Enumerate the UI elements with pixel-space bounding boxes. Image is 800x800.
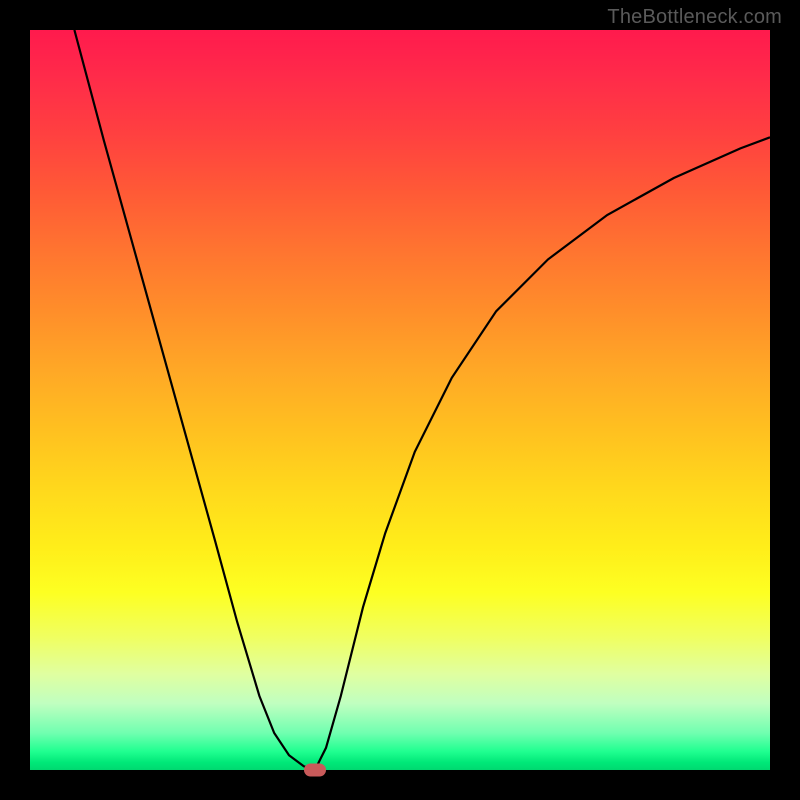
optimal-point-marker xyxy=(304,764,326,777)
plot-area xyxy=(30,30,770,770)
watermark-text: TheBottleneck.com xyxy=(607,6,782,29)
bottleneck-curve xyxy=(30,30,770,770)
